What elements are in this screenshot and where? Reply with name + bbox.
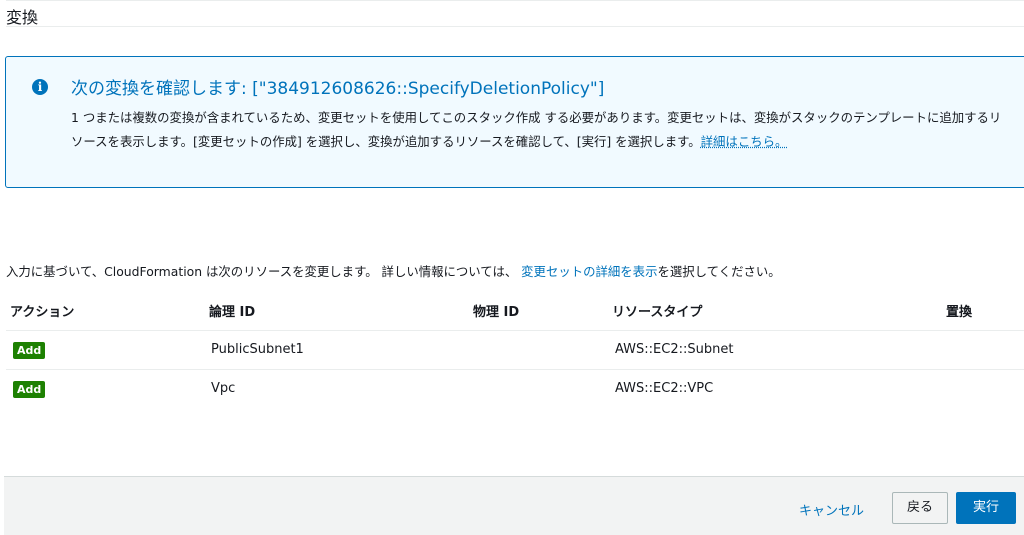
resource-type-cell: AWS::EC2::VPC [615, 381, 714, 396]
table-row: Add PublicSubnet1 AWS::EC2::Subnet [6, 331, 1024, 370]
description-suffix: を選択してください。 [657, 264, 781, 279]
column-header-physical-id: 物理 ID [473, 305, 520, 320]
cancel-button[interactable]: キャンセル [799, 500, 864, 519]
column-header-resource-type: リソースタイプ [612, 305, 703, 320]
logical-id-cell: Vpc [211, 381, 236, 396]
view-change-set-link[interactable]: 変更セットの詳細を表示 [521, 264, 657, 279]
info-body-text: 1 つまたは複数の変換が含まれているため、変更セットを使用してこのスタック作成 … [71, 110, 1002, 149]
changes-description: 入力に基づいて、CloudFormation は次のリソースを変更します。 詳し… [6, 262, 781, 280]
learn-more-link[interactable]: 詳細はこちら。 [701, 134, 788, 149]
footer-actions: キャンセル 戻る 実行 [4, 476, 1024, 535]
action-badge: Add [13, 381, 46, 398]
column-header-action: アクション [10, 305, 75, 320]
table-header: アクション 論理 ID 物理 ID リソースタイプ 置換 [6, 293, 1024, 331]
action-badge: Add [13, 342, 46, 359]
info-title: 次の変換を確認します: ["384912608626::SpecifyDelet… [71, 79, 605, 99]
column-header-replacement: 置換 [946, 305, 973, 320]
description-prefix: 入力に基づいて、CloudFormation は次のリソースを変更します。 詳し… [6, 264, 522, 279]
logical-id-cell: PublicSubnet1 [211, 342, 304, 357]
execute-button[interactable]: 実行 [956, 492, 1016, 524]
transform-section-header: 変換 [6, 0, 1024, 27]
back-button[interactable]: 戻る [892, 492, 948, 524]
info-icon: i [32, 79, 48, 95]
column-header-logical-id: 論理 ID [209, 305, 256, 320]
transform-info-alert: i 次の変換を確認します: ["384912608626::SpecifyDel… [5, 56, 1024, 188]
info-body: 1 つまたは複数の変換が含まれているため、変更セットを使用してこのスタック作成 … [71, 106, 1013, 154]
resource-type-cell: AWS::EC2::Subnet [615, 342, 734, 357]
table-row: Add Vpc AWS::EC2::VPC [6, 370, 1024, 409]
section-title: 変換 [6, 8, 39, 27]
